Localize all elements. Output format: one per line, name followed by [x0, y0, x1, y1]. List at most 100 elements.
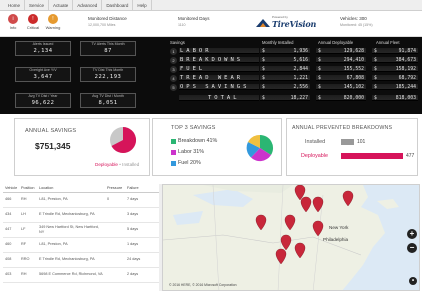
legend-installed: Installed — [122, 162, 140, 167]
deployable-label: Deployable — [301, 153, 328, 159]
dollar-sign: $ — [318, 67, 321, 72]
deployable-bar — [341, 153, 403, 159]
table-row[interactable]: 434 LH E Trindle Rd, Mechanicsburg, PA 3… — [3, 207, 159, 223]
installed-label: Installed — [305, 139, 326, 145]
cell-failure: 7 days — [125, 192, 159, 208]
cell-location: 349 New Hartford St, New Hartford, NY — [37, 222, 105, 238]
cell-failure: 2 days — [125, 267, 159, 283]
status-bar: i Info ! Critical ! Warning Monitored Di… — [0, 11, 422, 37]
row-monthly: 2,556 — [293, 85, 308, 90]
dollar-sign: $ — [374, 76, 377, 81]
table-row[interactable]: 408 RRO E Trindle Rd, Mechanicsburg, PA … — [3, 252, 159, 268]
prevented-breakdowns-panel: ANNUAL PREVENTED BREAKDOWNS Installed 10… — [286, 118, 418, 176]
row-category: FUEL — [180, 66, 206, 72]
col-pressure[interactable]: Pressure — [105, 184, 125, 193]
kpi-avg-dist-month: Avg TV Dist / Month 8,051 — [80, 93, 136, 108]
board-header-fleet: Annual Fleet — [376, 40, 400, 45]
city-philadelphia: Philadelphia — [323, 237, 349, 242]
row-monthly: 5,616 — [293, 58, 308, 63]
row-deployable: 294,410 — [343, 58, 364, 63]
top3-savings-panel: TOP 3 SAVINGS Breakdown 41% Labor 31% Fu… — [152, 118, 282, 176]
alert-warning[interactable]: ! Warning — [44, 14, 62, 30]
warning-alert-icon: ! — [48, 14, 58, 24]
alert-critical-label: Critical — [26, 25, 40, 30]
table-row[interactable]: 460 RF I-81, Preston, PA 1 days — [3, 237, 159, 253]
zoom-in-button[interactable]: + — [407, 229, 417, 239]
nav-home[interactable]: Home — [4, 0, 26, 11]
kpi-value: 96,622 — [31, 100, 55, 106]
board-header-deployable: Annual Deployable — [318, 40, 354, 45]
row-number: 1 — [170, 48, 177, 55]
dollar-sign: $ — [262, 96, 265, 101]
row-fleet: 158,192 — [395, 67, 416, 72]
table-row[interactable]: 403 RH 5698 E Commerce Rd, Richmond, VA … — [3, 267, 159, 283]
top3-item-label: Breakdown 41% — [178, 138, 218, 144]
board-row: 3 FUEL $ 2,844 $ 155,552 $ 158,192 — [170, 66, 418, 74]
row-number: 5 — [170, 84, 177, 91]
table-row[interactable]: 466 RH I-81, Preston, PA 0 7 days — [3, 192, 159, 208]
kpi-alerts-issued: Alerts Issued 2,134 — [15, 41, 71, 56]
kpi-value: 8,051 — [98, 100, 118, 106]
cell-location: E Trindle Rd, Mechanicsburg, PA — [37, 207, 105, 223]
nav-advanced[interactable]: Advanced — [73, 0, 103, 11]
dollar-sign: $ — [374, 58, 377, 63]
dollar-sign: $ — [318, 96, 321, 101]
savings-legend: Deployable • Installed — [95, 162, 139, 167]
cell-failure: 3 days — [125, 207, 159, 223]
dollar-sign: $ — [318, 76, 321, 81]
alert-critical[interactable]: ! Critical — [24, 14, 42, 30]
labor-swatch — [171, 149, 176, 155]
tirevision-logo: Powered by TireVision — [256, 16, 316, 29]
cell-failure: 24 days — [125, 252, 159, 268]
nav-service[interactable]: Service — [25, 0, 50, 11]
days-label: Monitored Days — [178, 16, 210, 21]
cell-vehicle: 460 — [3, 237, 19, 253]
alert-info[interactable]: i Info — [4, 14, 22, 30]
nav-actuate[interactable]: Actuate — [49, 0, 74, 11]
cell-failure: 5 days — [125, 222, 159, 238]
top3-item-breakdown: Breakdown 41% — [171, 138, 217, 144]
prevented-title: ANNUAL PREVENTED BREAKDOWNS — [292, 125, 393, 131]
cell-vehicle: 403 — [3, 267, 19, 283]
dollar-sign: $ — [262, 76, 265, 81]
vehicles-monitored: Monitored: 45 (15%) — [340, 23, 373, 27]
row-monthly: 1,936 — [293, 49, 308, 54]
vehicles-label: Vehicles: 300 — [340, 16, 367, 21]
cell-position: RH — [19, 267, 37, 283]
dollar-sign: $ — [374, 67, 377, 72]
dollar-sign: $ — [374, 49, 377, 54]
table-row[interactable]: 447 LF 349 New Hartford St, New Hartford… — [3, 222, 159, 238]
info-alert-icon: i — [8, 14, 18, 24]
col-location[interactable]: Location — [37, 184, 105, 193]
col-vehicle[interactable]: Vehicle — [3, 184, 19, 193]
row-fleet: 185,244 — [395, 85, 416, 90]
dollar-sign: $ — [318, 58, 321, 63]
stat-vehicles: Vehicles: 300 Monitored: 45 (15%) — [340, 16, 373, 27]
row-category: LABOR — [180, 48, 212, 54]
row-monthly: 2,844 — [293, 67, 308, 72]
distance-value: 12,000,700 Miles — [88, 23, 116, 27]
alert-map[interactable]: New York Philadelphia + − • © 2016 HERE,… — [162, 184, 420, 291]
map-copyright: © 2016 HERE, © 2016 Microsoft Corporatio… — [169, 283, 237, 287]
top3-item-labor: Labor 31% — [171, 149, 204, 155]
savings-pie-chart — [110, 126, 137, 153]
map-locate-icon[interactable]: • — [409, 277, 417, 285]
cell-failure: 1 days — [125, 237, 159, 253]
nav-help[interactable]: Help — [133, 0, 152, 11]
kpi-value: 2,134 — [33, 48, 53, 54]
top3-title: TOP 3 SAVINGS — [171, 125, 216, 131]
total-fleet: 818,003 — [395, 96, 416, 101]
cell-pressure — [105, 252, 125, 268]
cell-pressure — [105, 222, 125, 238]
annual-savings-title: ANNUAL SAVINGS — [25, 128, 77, 134]
cell-vehicle: 466 — [3, 192, 19, 208]
col-failure[interactable]: Failure — [125, 184, 159, 193]
top3-item-fuel: Fuel 20% — [171, 160, 201, 166]
cell-location: I-81, Preston, PA — [37, 192, 105, 208]
breakdown-swatch — [171, 138, 176, 144]
col-position[interactable]: Position — [19, 184, 37, 193]
nav-dashboard[interactable]: Dashboard — [102, 0, 134, 11]
zoom-out-button[interactable]: − — [407, 243, 417, 253]
alerts-table: Vehicle Position Location Pressure Failu… — [3, 184, 159, 291]
logo-name: TireVision — [272, 19, 317, 29]
